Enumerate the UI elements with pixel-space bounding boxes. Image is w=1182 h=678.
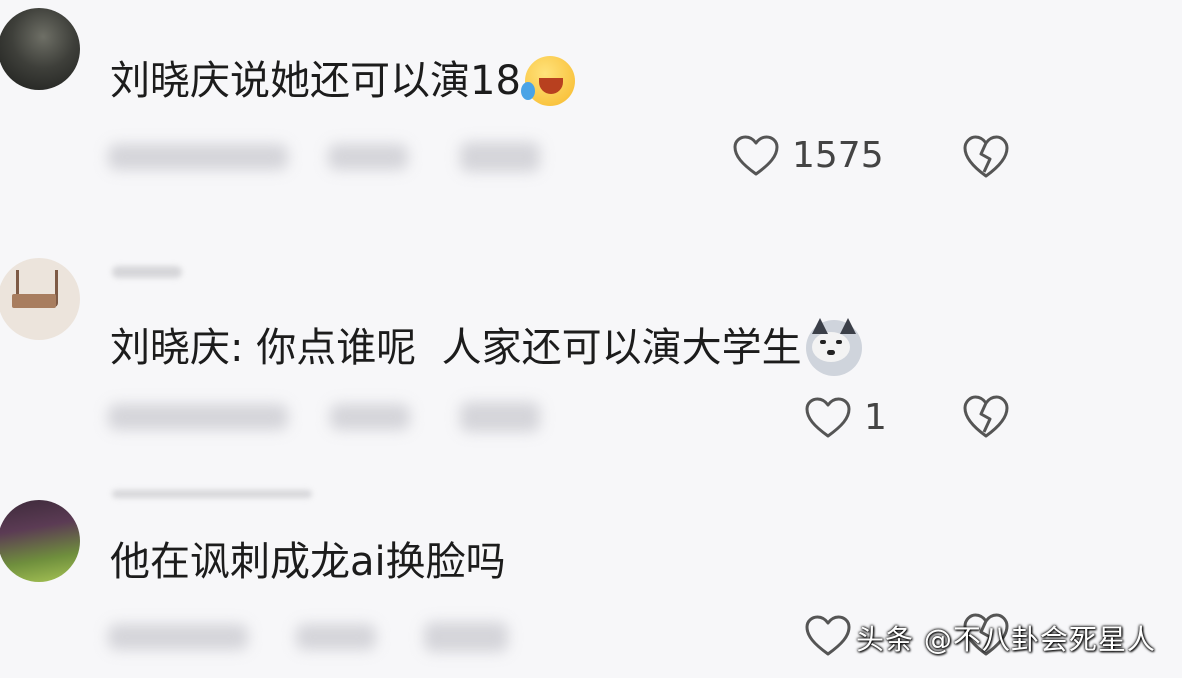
comment-1-text: 刘晓庆说她还可以演18 xyxy=(110,58,521,104)
comment-2-like-count: 1 xyxy=(864,397,887,438)
broken-heart-icon xyxy=(963,135,1009,178)
comment-3-username-blurred[interactable] xyxy=(112,490,312,498)
heart-outline-icon xyxy=(805,615,851,656)
comment-1-like-button[interactable]: 1575 xyxy=(732,134,884,178)
comment-2: 刘晓庆: 你点谁呢 人家还可以演大学生 xyxy=(110,318,862,376)
user-avatar-2[interactable] xyxy=(0,258,80,340)
comment-2-timestamp-blurred xyxy=(108,404,288,430)
comment-3: 他在讽刺成龙ai换脸吗 xyxy=(110,538,506,586)
user-avatar-1[interactable] xyxy=(0,8,80,90)
comment-3-like-button[interactable] xyxy=(804,614,852,658)
comment-1-location-blurred xyxy=(328,144,408,170)
broken-heart-icon xyxy=(963,395,1009,438)
comment-2-text: 刘晓庆: 你点谁呢 人家还可以演大学生 xyxy=(110,325,802,371)
user-avatar-3[interactable] xyxy=(0,500,80,582)
doge-emoji-icon xyxy=(805,318,862,376)
rolling-laughing-emoji-icon xyxy=(520,56,575,106)
comment-3-text: 他在讽刺成龙ai换脸吗 xyxy=(110,539,506,585)
comment-2-like-button[interactable]: 1 xyxy=(804,396,887,440)
comment-3-timestamp-blurred xyxy=(108,624,248,650)
watermark: 头条 @不八卦会死星人 xyxy=(856,623,1156,656)
comment-3-reply-button-blurred[interactable] xyxy=(424,622,508,652)
comment-2-location-blurred xyxy=(330,404,410,430)
comment-1-timestamp-blurred xyxy=(108,144,288,170)
comment-1-like-count: 1575 xyxy=(792,135,884,176)
comment-3-location-blurred xyxy=(296,624,376,650)
comment-2-dislike-button[interactable] xyxy=(962,394,1010,440)
comment-2-username-blurred[interactable] xyxy=(112,266,182,278)
heart-outline-icon xyxy=(733,135,779,176)
comment-2-reply-button-blurred[interactable] xyxy=(460,402,540,432)
comment-1-reply-button-blurred[interactable] xyxy=(460,142,540,172)
heart-outline-icon xyxy=(805,397,851,438)
comment-1-dislike-button[interactable] xyxy=(962,134,1010,180)
comment-1: 刘晓庆说她还可以演18 xyxy=(110,56,575,106)
